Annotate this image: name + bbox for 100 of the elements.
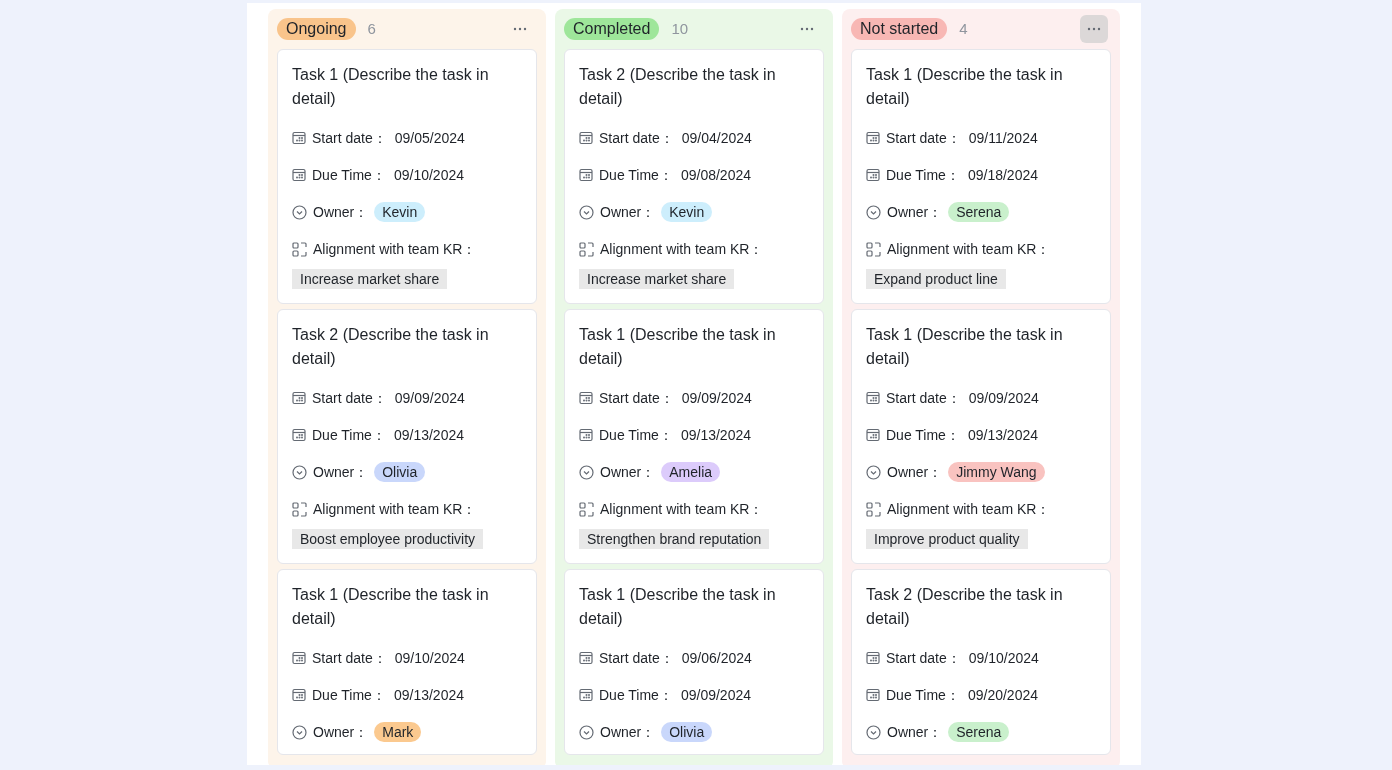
task-card[interactable]: Task 1 (Describe the task in detail) Start date： 09/09/2024 Due Time： 09/13/2024 Owner： Jimmy Wang Alignment with team KR： Improve product quality [851, 309, 1111, 564]
field-label: Due Time： [599, 425, 673, 445]
grid-link-icon [579, 501, 594, 517]
owner-tag: Serena [948, 202, 1010, 222]
field-label: Start date： [599, 648, 674, 668]
calendar-icon [866, 651, 880, 665]
field-label: Start date： [886, 388, 961, 408]
field-label: Due Time： [886, 425, 960, 445]
field-label: Due Time： [312, 685, 386, 705]
field-label: Start date： [599, 388, 674, 408]
task-card[interactable]: Task 2 (Describe the task in detail) Start date： 09/09/2024 Due Time： 09/13/2024 Owner： Olivia Alignment with team KR： Boost employee productivity [277, 309, 537, 564]
date-value: 09/04/2024 [681, 128, 752, 148]
field-label: Owner： [600, 462, 656, 482]
count-label: 10 [671, 18, 689, 39]
calendar-icon [866, 428, 880, 442]
task-title: Task 2 (Describe the task in detail) [292, 325, 490, 369]
field-label: Alignment with team KR： [313, 499, 477, 519]
task-title: Task 1 (Describe the task in detail) [292, 65, 490, 109]
calendar-icon [579, 168, 593, 182]
date-value: 09/10/2024 [394, 648, 465, 668]
date-value: 09/13/2024 [967, 425, 1038, 445]
chevron-circle-icon [579, 464, 594, 480]
field-label: Alignment with team KR： [887, 239, 1051, 259]
grid-link-icon [579, 241, 594, 257]
chevron-circle-icon [579, 204, 594, 220]
calendar-icon [579, 391, 593, 405]
owner-tag: Amelia [661, 462, 721, 482]
calendar-icon [292, 688, 306, 702]
task-card[interactable]: Task 1 (Describe the task in detail) Start date： 09/10/2024 Due Time： 09/13/2024 Owner： Mark [277, 569, 537, 755]
kr-tag: Improve product quality [866, 529, 1028, 549]
calendar-icon [866, 168, 880, 182]
kr-tag: Expand product line [866, 269, 1006, 289]
field-label: Start date： [312, 388, 387, 408]
field-label: Owner： [887, 722, 943, 742]
calendar-icon [579, 688, 593, 702]
task-title: Task 1 (Describe the task in detail) [579, 585, 777, 629]
field-label: Alignment with team KR： [887, 499, 1051, 519]
field-label: Alignment with team KR： [313, 239, 477, 259]
chevron-circle-icon [292, 464, 307, 480]
task-title: Task 2 (Describe the task in detail) [866, 585, 1064, 629]
chevron-circle-icon [866, 464, 881, 480]
date-value: 09/10/2024 [968, 648, 1039, 668]
grid-link-icon [292, 241, 307, 257]
date-value: 09/13/2024 [393, 685, 464, 705]
status-tag: Completed [564, 18, 660, 40]
date-value: 09/09/2024 [394, 388, 465, 408]
chevron-circle-icon [866, 724, 881, 740]
field-label: Owner： [887, 462, 943, 482]
task-title: Task 1 (Describe the task in detail) [866, 325, 1064, 369]
task-title: Task 2 (Describe the task in detail) [579, 65, 777, 109]
more-icon [513, 27, 527, 31]
date-value: 09/18/2024 [967, 165, 1038, 185]
count-label: 6 [367, 18, 376, 39]
task-card[interactable]: Task 2 (Describe the task in detail) Start date： 09/04/2024 Due Time： 09/08/2024 Owner： Kevin Alignment with team KR： Increase market share [564, 49, 824, 304]
calendar-icon [579, 131, 593, 145]
field-label: Due Time： [886, 165, 960, 185]
grid-link-icon [292, 501, 307, 517]
task-card[interactable]: Task 1 (Describe the task in detail) Start date： 09/09/2024 Due Time： 09/13/2024 Owner： Amelia Alignment with team KR： Strengthen brand reputation [564, 309, 824, 564]
date-value: 09/08/2024 [680, 165, 751, 185]
owner-tag: Mark [374, 722, 422, 742]
field-label: Owner： [313, 722, 369, 742]
more-button[interactable] [1080, 15, 1108, 43]
calendar-icon [292, 131, 306, 145]
count-label: 4 [959, 18, 968, 39]
field-label: Due Time： [886, 685, 960, 705]
calendar-icon [866, 688, 880, 702]
more-icon [800, 27, 814, 31]
field-label: Due Time： [599, 165, 673, 185]
field-label: Owner： [600, 722, 656, 742]
field-label: Owner： [313, 462, 369, 482]
chevron-circle-icon [866, 204, 881, 220]
date-value: 09/09/2024 [968, 388, 1039, 408]
calendar-icon [292, 428, 306, 442]
grid-link-icon [866, 241, 881, 257]
owner-tag: Jimmy Wang [948, 462, 1045, 482]
field-label: Start date： [312, 128, 387, 148]
calendar-icon [292, 651, 306, 665]
task-card[interactable]: Task 2 (Describe the task in detail) Start date： 09/10/2024 Due Time： 09/20/2024 Owner： Serena [851, 569, 1111, 755]
calendar-icon [579, 651, 593, 665]
calendar-icon [866, 391, 880, 405]
task-title: Task 1 (Describe the task in detail) [292, 585, 490, 629]
owner-tag: Serena [948, 722, 1010, 742]
date-value: 09/06/2024 [681, 648, 752, 668]
date-value: 09/20/2024 [967, 685, 1038, 705]
owner-tag: Kevin [374, 202, 426, 222]
owner-tag: Kevin [661, 202, 713, 222]
status-tag: Not started [851, 18, 948, 40]
chevron-circle-icon [292, 204, 307, 220]
task-title: Task 1 (Describe the task in detail) [866, 65, 1064, 109]
owner-tag: Olivia [661, 722, 713, 742]
chevron-circle-icon [579, 724, 594, 740]
status-tag: Ongoing [277, 18, 356, 40]
task-card[interactable]: Task 1 (Describe the task in detail) Start date： 09/11/2024 Due Time： 09/18/2024 Owner： Serena Alignment with team KR： Expand product line [851, 49, 1111, 304]
field-label: Owner： [600, 202, 656, 222]
task-card[interactable]: Task 1 (Describe the task in detail) Start date： 09/05/2024 Due Time： 09/10/2024 Owner： Kevin Alignment with team KR： Increase market share [277, 49, 537, 304]
task-card[interactable]: Task 1 (Describe the task in detail) Start date： 09/06/2024 Due Time： 09/09/2024 Owner： Olivia [564, 569, 824, 755]
field-label: Owner： [887, 202, 943, 222]
chevron-circle-icon [292, 724, 307, 740]
field-label: Alignment with team KR： [600, 239, 764, 259]
date-value: 09/10/2024 [393, 165, 464, 185]
